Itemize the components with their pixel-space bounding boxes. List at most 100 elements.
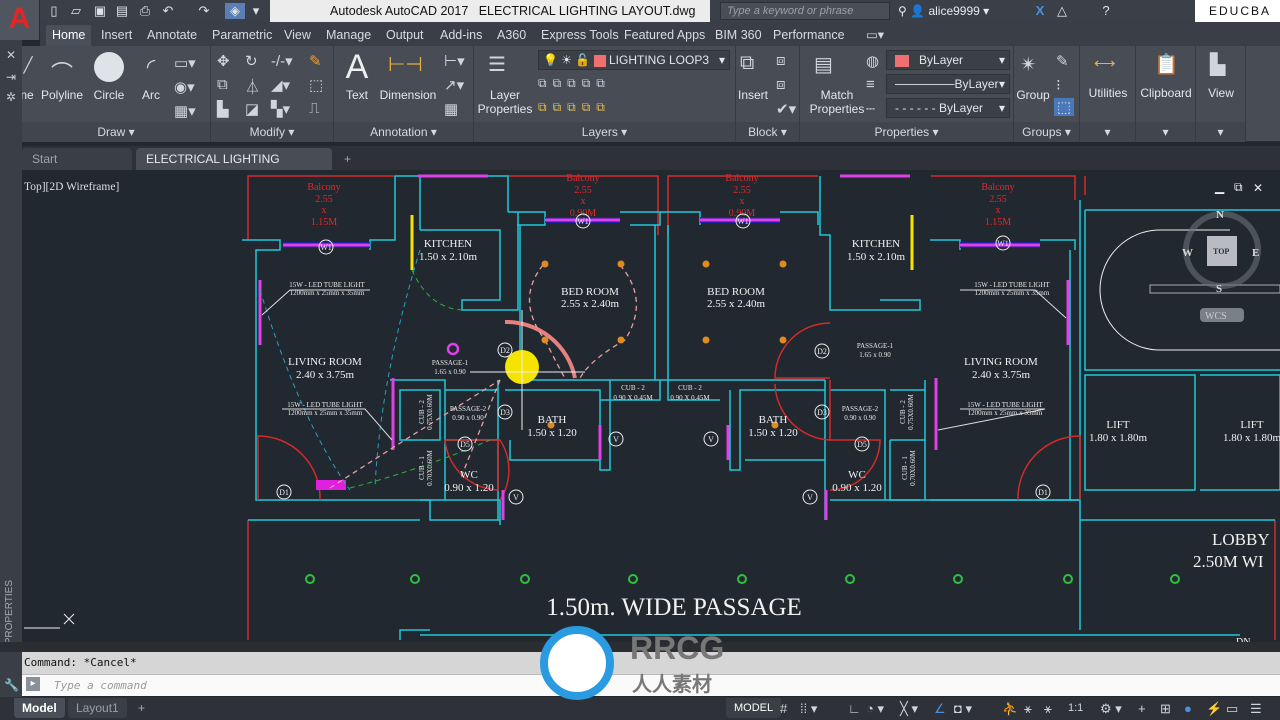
match-properties-button[interactable]: Match Properties	[802, 88, 872, 116]
workspace-gear-icon[interactable]: ⚙ ▾	[1100, 700, 1122, 717]
mirror-icon[interactable]: ⏃	[245, 76, 260, 97]
text-icon[interactable]: A	[342, 48, 372, 87]
ortho-icon[interactable]: ∟	[848, 700, 861, 717]
tab-add-ins[interactable]: Add-ins	[434, 25, 488, 46]
measure-icon[interactable]: ⟷	[1094, 54, 1116, 72]
customize-dropdown-icon[interactable]: ▾	[248, 3, 264, 19]
group-button[interactable]: Group	[1014, 88, 1052, 102]
draw-panel-title[interactable]: Draw ▾	[22, 122, 210, 142]
isolate-icon[interactable]: ●	[1184, 700, 1192, 717]
dimension-icon[interactable]: ⊢⊣	[388, 52, 423, 77]
edit-block-icon[interactable]: ⧈	[776, 76, 786, 93]
customization-icon[interactable]: ☰	[1250, 700, 1262, 717]
redo-icon[interactable]: ↷	[196, 3, 212, 19]
polyline-button[interactable]: Polyline	[40, 88, 84, 102]
table-icon[interactable]: ▦	[444, 100, 458, 118]
save-icon[interactable]: ▣	[92, 3, 108, 19]
undo-icon[interactable]: ↶	[160, 3, 176, 19]
model-space-button[interactable]: MODEL	[726, 698, 782, 718]
close-viewport-icon[interactable]: ✕	[1253, 181, 1263, 195]
leader-icon[interactable]: ↗▾	[444, 76, 464, 94]
arc-button[interactable]: Arc	[136, 88, 166, 102]
linetype-icon[interactable]: ┄	[866, 100, 875, 118]
save-as-icon[interactable]: ▤	[114, 3, 130, 19]
isodraft-icon[interactable]: ╳ ▾	[900, 700, 918, 717]
application-menu-button[interactable]: A	[0, 0, 40, 40]
snap-icon[interactable]: ⁞⁞ ▾	[800, 700, 817, 717]
copy-icon[interactable]: ⧉	[217, 76, 228, 93]
color-dropdown[interactable]: ByLayer ▾	[886, 50, 1010, 70]
new-tab-button[interactable]: +	[338, 148, 362, 170]
move-icon[interactable]: ✥	[217, 52, 230, 70]
offset-icon[interactable]: ⎍	[309, 100, 320, 117]
line-icon[interactable]: ╱	[22, 56, 34, 74]
floor-plan[interactable]: Balcony2.55x1.15M Balcony2.55x0.90M Balc…	[22, 170, 1280, 642]
layer-tools-row1-icon[interactable]: ⧉⧉⧉⧉⧉	[538, 76, 611, 91]
tab-manage[interactable]: Manage	[320, 25, 377, 46]
tab-performance[interactable]: Performance	[767, 25, 851, 46]
tab-express-tools[interactable]: Express Tools	[535, 25, 625, 46]
tab-parametric[interactable]: Parametric	[206, 25, 278, 46]
utilities-button[interactable]: Utilities	[1080, 86, 1136, 100]
annotation-panel-title[interactable]: Annotation ▾	[334, 122, 473, 142]
circle-button[interactable]: Circle	[90, 88, 128, 102]
osnap-icon[interactable]: ◘ ▾	[954, 700, 972, 717]
tab-featured-apps[interactable]: Featured Apps	[618, 25, 711, 46]
linetype-dropdown[interactable]: ───────ByLayer ▾	[886, 74, 1010, 94]
polyline-icon[interactable]: ⌒	[44, 56, 80, 88]
layout1-tab[interactable]: Layout1	[68, 698, 127, 718]
groups-panel-title[interactable]: Groups ▾	[1014, 122, 1079, 142]
explode-icon[interactable]: ⬚	[309, 76, 323, 94]
user-account[interactable]: ⚲ 👤 alice9999 ▾	[898, 2, 1028, 20]
tab-view[interactable]: View	[278, 25, 317, 46]
hatch-icon[interactable]: ◉▾	[174, 78, 195, 96]
help-icon[interactable]: ?	[1098, 3, 1114, 19]
add-layout-button[interactable]: +	[130, 698, 153, 718]
group-select-icon[interactable]: ⬚	[1054, 98, 1074, 116]
group-edit-icon[interactable]: ⁝	[1056, 76, 1061, 94]
utilities-dropdown[interactable]: ▾	[1080, 122, 1135, 142]
clean-screen-icon[interactable]: ▭	[1226, 700, 1238, 717]
exchange-icon[interactable]: X	[1032, 3, 1048, 19]
clipboard-icon[interactable]: 📋	[1154, 52, 1179, 77]
new-icon[interactable]: ▯	[46, 3, 62, 19]
insert-icon[interactable]: ⧉	[740, 52, 754, 75]
command-prompt-icon[interactable]: ▸	[26, 677, 40, 691]
layer-properties-icon[interactable]: ☰	[488, 52, 506, 77]
annotation-autoscale-icon[interactable]: ⚹	[1024, 700, 1032, 717]
attribute-icon[interactable]: ✔▾	[776, 100, 796, 118]
lineweight-dropdown[interactable]: - - - - - - ByLayer ▾	[886, 98, 1010, 118]
annotation-visibility-icon[interactable]: ⛹	[1002, 700, 1018, 717]
tab-drawing[interactable]: ELECTRICAL LIGHTING LAYOUT* ✕	[136, 148, 332, 188]
workspace-icon[interactable]: ◈	[225, 3, 245, 19]
fillet-icon[interactable]: ◢▾	[271, 76, 290, 94]
layer-properties-button[interactable]: Layer Properties	[476, 88, 534, 116]
layer-tools-row2-icon[interactable]: ⧉⧉⧉⧉⧉	[538, 100, 611, 115]
properties-palette-label[interactable]: PROPERTIES	[4, 580, 15, 644]
hardware-accel-icon[interactable]: ⚡	[1206, 700, 1222, 717]
view-button[interactable]: View	[1196, 86, 1246, 100]
object-snap-tracking-icon[interactable]: ∠	[934, 700, 946, 717]
drawing-canvas[interactable]: Balcony 2.55 x 1.15M Balcony 2.55 x 0.90M Balc…	[22, 170, 1280, 642]
a360-icon[interactable]: △	[1054, 3, 1070, 19]
open-icon[interactable]: ▱	[68, 3, 84, 19]
layers-panel-title[interactable]: Layers ▾	[474, 122, 735, 142]
plus-icon[interactable]: +	[1138, 700, 1146, 717]
tab-bim360[interactable]: BIM 360	[709, 25, 768, 46]
binoculars-icon[interactable]: ⚲	[898, 4, 907, 18]
grid-icon[interactable]: #	[780, 700, 787, 717]
ribbon-toggle-icon[interactable]: ▭▾	[860, 25, 890, 46]
restore-icon[interactable]: ⧉	[1234, 180, 1243, 194]
clipboard-dropdown[interactable]: ▾	[1136, 122, 1195, 142]
search-input[interactable]: Type a keyword or phrase	[720, 2, 890, 20]
properties-panel-title[interactable]: Properties ▾	[800, 122, 1013, 142]
block-panel-title[interactable]: Block ▾	[736, 122, 799, 142]
stretch-icon[interactable]: ▙	[217, 100, 229, 118]
color-wheel-icon[interactable]: ◍	[866, 52, 879, 70]
viewport-controls[interactable]: Top][2D Wireframe]	[24, 181, 119, 193]
array-icon[interactable]: ▚▾	[271, 100, 290, 118]
print-icon[interactable]: ⎙	[137, 3, 153, 19]
ungroup-icon[interactable]: ✎	[1056, 52, 1069, 70]
group-icon[interactable]: ✴	[1020, 52, 1037, 77]
lineweight-icon[interactable]: ≡	[866, 76, 875, 93]
